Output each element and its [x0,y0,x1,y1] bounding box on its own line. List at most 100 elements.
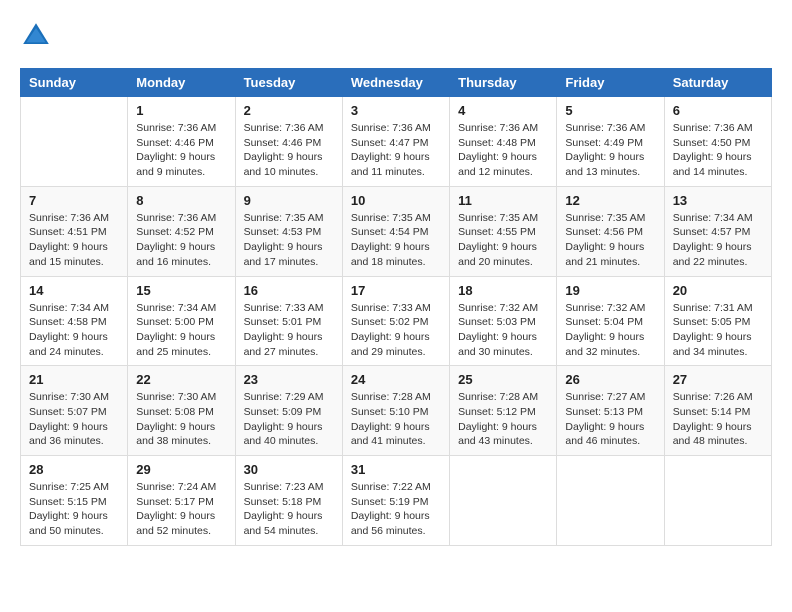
day-info: Sunrise: 7:33 AMSunset: 5:02 PMDaylight:… [351,301,441,360]
day-info: Sunrise: 7:32 AMSunset: 5:03 PMDaylight:… [458,301,548,360]
day-number: 29 [136,462,226,477]
header-day-tuesday: Tuesday [235,69,342,97]
calendar-cell: 17 Sunrise: 7:33 AMSunset: 5:02 PMDayligh… [342,276,449,366]
day-number: 28 [29,462,119,477]
day-number: 19 [565,283,655,298]
day-number: 7 [29,193,119,208]
day-number: 1 [136,103,226,118]
calendar-cell: 14 Sunrise: 7:34 AMSunset: 4:58 PMDayligh… [21,276,128,366]
day-info: Sunrise: 7:36 AMSunset: 4:48 PMDaylight:… [458,121,548,180]
calendar-cell: 24Sunrise: 7:28 AMSunset: 5:10 PMDayligh… [342,366,449,456]
day-info: Sunrise: 7:30 AMSunset: 5:08 PMDaylight:… [136,390,226,449]
day-number: 10 [351,193,441,208]
calendar-cell: 8 Sunrise: 7:36 AMSunset: 4:52 PMDaylight… [128,186,235,276]
day-info: Sunrise: 7:34 AMSunset: 4:57 PMDaylight:… [673,211,763,270]
day-number: 18 [458,283,548,298]
calendar-cell [664,456,771,546]
day-info: Sunrise: 7:35 AMSunset: 4:56 PMDaylight:… [565,211,655,270]
calendar-cell: 10 Sunrise: 7:35 AMSunset: 4:54 PMDayligh… [342,186,449,276]
header-day-thursday: Thursday [450,69,557,97]
day-info: Sunrise: 7:29 AMSunset: 5:09 PMDaylight:… [244,390,334,449]
day-number: 23 [244,372,334,387]
day-number: 26 [565,372,655,387]
calendar-cell: 25 Sunrise: 7:28 AMSunset: 5:12 PMDayligh… [450,366,557,456]
day-info: Sunrise: 7:24 AMSunset: 5:17 PMDaylight:… [136,480,226,539]
week-row-0: 1Sunrise: 7:36 AMSunset: 4:46 PMDaylight… [21,97,772,187]
day-info: Sunrise: 7:35 AMSunset: 4:54 PMDaylight:… [351,211,441,270]
week-row-2: 14 Sunrise: 7:34 AMSunset: 4:58 PMDayligh… [21,276,772,366]
calendar-cell: 6Sunrise: 7:36 AMSunset: 4:50 PMDaylight… [664,97,771,187]
day-number: 12 [565,193,655,208]
calendar-cell: 19 Sunrise: 7:32 AMSunset: 5:04 PMDayligh… [557,276,664,366]
day-number: 30 [244,462,334,477]
day-info: Sunrise: 7:23 AMSunset: 5:18 PMDaylight:… [244,480,334,539]
day-number: 20 [673,283,763,298]
day-info: Sunrise: 7:33 AMSunset: 5:01 PMDaylight:… [244,301,334,360]
day-number: 25 [458,372,548,387]
calendar-cell: 1Sunrise: 7:36 AMSunset: 4:46 PMDaylight… [128,97,235,187]
day-info: Sunrise: 7:34 AMSunset: 5:00 PMDaylight:… [136,301,226,360]
day-info: Sunrise: 7:30 AMSunset: 5:07 PMDaylight:… [29,390,119,449]
day-number: 17 [351,283,441,298]
day-number: 3 [351,103,441,118]
calendar-cell: 4 Sunrise: 7:36 AMSunset: 4:48 PMDaylight… [450,97,557,187]
day-number: 8 [136,193,226,208]
day-number: 4 [458,103,548,118]
day-info: Sunrise: 7:31 AMSunset: 5:05 PMDaylight:… [673,301,763,360]
calendar-cell: 29 Sunrise: 7:24 AMSunset: 5:17 PMDayligh… [128,456,235,546]
day-info: Sunrise: 7:28 AMSunset: 5:10 PMDaylight:… [351,390,441,449]
day-number: 16 [244,283,334,298]
calendar-cell: 2Sunrise: 7:36 AMSunset: 4:46 PMDaylight… [235,97,342,187]
calendar-cell: 26 Sunrise: 7:27 AMSunset: 5:13 PMDayligh… [557,366,664,456]
page-header [20,20,772,52]
day-info: Sunrise: 7:32 AMSunset: 5:04 PMDaylight:… [565,301,655,360]
calendar-cell: 28 Sunrise: 7:25 AMSunset: 5:15 PMDayligh… [21,456,128,546]
header-day-saturday: Saturday [664,69,771,97]
calendar-body: 1Sunrise: 7:36 AMSunset: 4:46 PMDaylight… [21,97,772,546]
calendar-cell: 7 Sunrise: 7:36 AMSunset: 4:51 PMDaylight… [21,186,128,276]
calendar-cell: 22Sunrise: 7:30 AMSunset: 5:08 PMDayligh… [128,366,235,456]
day-number: 2 [244,103,334,118]
logo-icon [20,20,52,52]
calendar-cell: 15Sunrise: 7:34 AMSunset: 5:00 PMDayligh… [128,276,235,366]
logo [20,20,56,52]
calendar-cell: 30 Sunrise: 7:23 AMSunset: 5:18 PMDayligh… [235,456,342,546]
header-day-sunday: Sunday [21,69,128,97]
day-info: Sunrise: 7:36 AMSunset: 4:50 PMDaylight:… [673,121,763,180]
day-number: 31 [351,462,441,477]
day-info: Sunrise: 7:26 AMSunset: 5:14 PMDaylight:… [673,390,763,449]
day-info: Sunrise: 7:36 AMSunset: 4:51 PMDaylight:… [29,211,119,270]
day-info: Sunrise: 7:22 AMSunset: 5:19 PMDaylight:… [351,480,441,539]
day-info: Sunrise: 7:25 AMSunset: 5:15 PMDaylight:… [29,480,119,539]
day-info: Sunrise: 7:35 AMSunset: 4:53 PMDaylight:… [244,211,334,270]
calendar-table: SundayMondayTuesdayWednesdayThursdayFrid… [20,68,772,546]
calendar-header: SundayMondayTuesdayWednesdayThursdayFrid… [21,69,772,97]
calendar-cell: 23 Sunrise: 7:29 AMSunset: 5:09 PMDayligh… [235,366,342,456]
day-info: Sunrise: 7:36 AMSunset: 4:52 PMDaylight:… [136,211,226,270]
calendar-cell [557,456,664,546]
day-info: Sunrise: 7:27 AMSunset: 5:13 PMDaylight:… [565,390,655,449]
day-number: 27 [673,372,763,387]
day-info: Sunrise: 7:36 AMSunset: 4:49 PMDaylight:… [565,121,655,180]
calendar-cell: 16 Sunrise: 7:33 AMSunset: 5:01 PMDayligh… [235,276,342,366]
day-number: 5 [565,103,655,118]
day-info: Sunrise: 7:28 AMSunset: 5:12 PMDaylight:… [458,390,548,449]
day-number: 14 [29,283,119,298]
calendar-cell: 9 Sunrise: 7:35 AMSunset: 4:53 PMDaylight… [235,186,342,276]
day-info: Sunrise: 7:35 AMSunset: 4:55 PMDaylight:… [458,211,548,270]
day-number: 11 [458,193,548,208]
calendar-cell: 18 Sunrise: 7:32 AMSunset: 5:03 PMDayligh… [450,276,557,366]
day-number: 9 [244,193,334,208]
day-info: Sunrise: 7:36 AMSunset: 4:47 PMDaylight:… [351,121,441,180]
calendar-cell: 11 Sunrise: 7:35 AMSunset: 4:55 PMDayligh… [450,186,557,276]
calendar-cell [450,456,557,546]
header-row: SundayMondayTuesdayWednesdayThursdayFrid… [21,69,772,97]
calendar-cell: 21 Sunrise: 7:30 AMSunset: 5:07 PMDayligh… [21,366,128,456]
day-info: Sunrise: 7:34 AMSunset: 4:58 PMDaylight:… [29,301,119,360]
calendar-cell: 12 Sunrise: 7:35 AMSunset: 4:56 PMDayligh… [557,186,664,276]
calendar-cell: 13Sunrise: 7:34 AMSunset: 4:57 PMDayligh… [664,186,771,276]
header-day-wednesday: Wednesday [342,69,449,97]
calendar-cell: 5 Sunrise: 7:36 AMSunset: 4:49 PMDaylight… [557,97,664,187]
day-number: 21 [29,372,119,387]
header-day-monday: Monday [128,69,235,97]
